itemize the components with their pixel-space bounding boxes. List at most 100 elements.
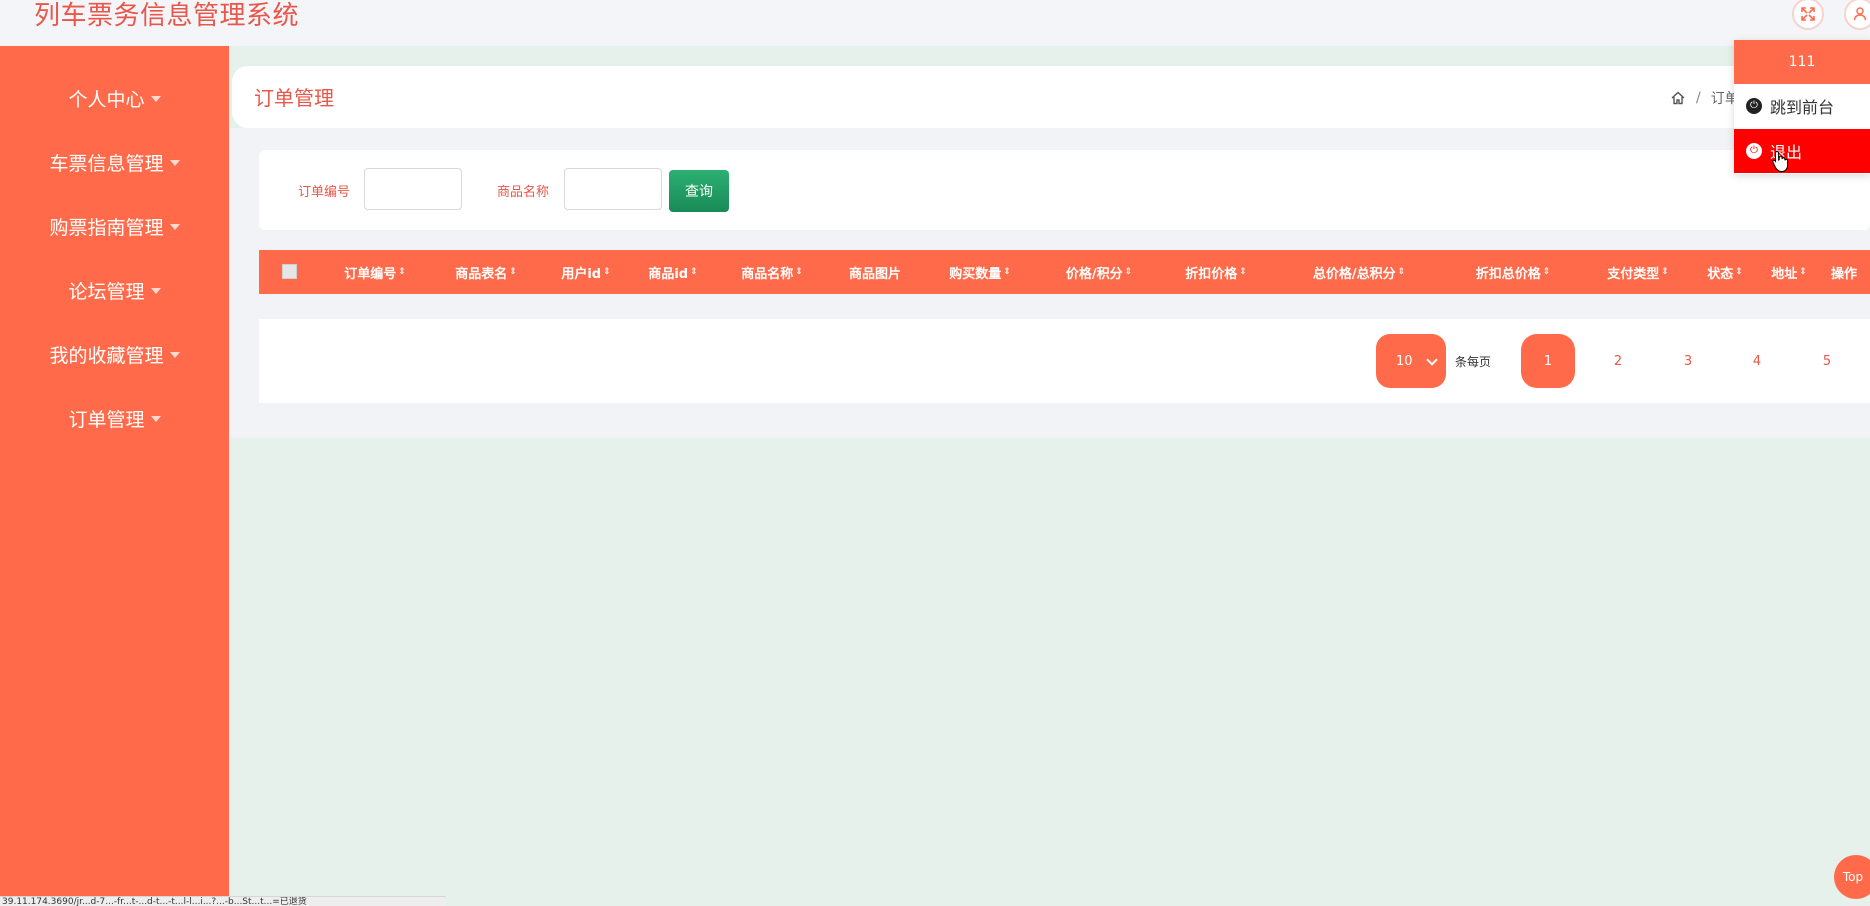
fullscreen-button[interactable]	[1792, 0, 1824, 30]
pagination-panel: 10 条每页 1 2 3 4 5	[259, 319, 1870, 403]
sidebar-item-ticket-info[interactable]: 车票信息管理	[0, 142, 229, 182]
logout-menu-item[interactable]: ⏻ 退出	[1734, 129, 1870, 173]
sort-icon: ⇕	[398, 266, 406, 277]
caret-down-icon	[150, 96, 161, 102]
sidebar-item-label: 车票信息管理	[49, 152, 164, 175]
sidebar-item-label: 我的收藏管理	[49, 344, 164, 367]
caret-down-icon	[150, 416, 161, 422]
go-to-frontend-menu-item[interactable]: ⏻ 跳到前台	[1734, 84, 1870, 128]
page-header: 订单管理 / 订单	[232, 66, 1870, 128]
sidebar-item-orders[interactable]: 订单管理	[0, 398, 229, 438]
go-to-frontend-label: 跳到前台	[1770, 98, 1835, 117]
column-header-total-price[interactable]: 总价格/总积分 ⇕	[1313, 250, 1405, 294]
caret-down-icon	[150, 288, 161, 294]
app-title: 列车票务信息管理系统	[34, 1, 300, 31]
sidebar-item-label: 购票指南管理	[49, 216, 164, 239]
user-icon	[1853, 7, 1867, 21]
sidebar-item-label: 订单管理	[68, 408, 145, 431]
column-label: 折扣总价格	[1475, 266, 1541, 282]
sort-icon: ⇕	[1239, 266, 1247, 277]
per-page-label: 条每页	[1455, 355, 1492, 369]
column-header-pay-type[interactable]: 支付类型 ⇕	[1607, 250, 1669, 294]
sort-icon: ⇕	[509, 266, 517, 277]
sidebar-item-personal-center[interactable]: 个人中心	[0, 78, 229, 118]
sort-icon: ⇕	[603, 266, 611, 277]
sort-icon: ⇕	[1397, 266, 1406, 277]
column-label: 购买数量	[949, 266, 1002, 282]
page-3-button[interactable]: 3	[1661, 334, 1715, 388]
page-5-button[interactable]: 5	[1800, 334, 1854, 388]
power-icon: ⏻	[1746, 98, 1762, 114]
browser-status-bar: 39.11.174.3690/jr...d-7...-fr...t-...d-t…	[0, 896, 446, 906]
power-icon: ⏻	[1746, 143, 1762, 159]
order-no-label: 订单编号	[298, 185, 351, 200]
user-dropdown-menu: 111 ⏻ 跳到前台 ⏻ 退出	[1734, 40, 1870, 174]
sidebar-item-label: 论坛管理	[68, 280, 145, 303]
page-title: 订单管理	[254, 86, 334, 110]
column-label: 商品图片	[848, 266, 902, 282]
caret-down-icon	[169, 160, 180, 166]
sort-icon: ⇕	[1735, 266, 1743, 277]
breadcrumb: / 订单	[1670, 88, 1739, 108]
sidebar-item-favorites[interactable]: 我的收藏管理	[0, 334, 229, 374]
hand-cursor-icon	[1772, 150, 1789, 172]
breadcrumb-separator: /	[1696, 90, 1701, 106]
column-header-goods-image: 商品图片	[849, 250, 901, 294]
page-size-value: 10	[1396, 353, 1413, 369]
column-label: 状态	[1707, 266, 1734, 282]
table-header: 订单编号 ⇕ 商品表名 ⇕ 用户id ⇕ 商品id ⇕ 商品名称 ⇕ 商品图片 购买数量 ⇕…	[259, 250, 1870, 294]
column-label: 商品id	[648, 266, 689, 282]
sidebar-item-guide[interactable]: 购票指南管理	[0, 206, 229, 246]
column-header-discount-price[interactable]: 折扣价格 ⇕	[1185, 250, 1247, 294]
page-4-button[interactable]: 4	[1730, 334, 1784, 388]
expand-icon	[1801, 7, 1815, 21]
caret-down-icon	[169, 352, 180, 358]
sort-icon: ⇕	[1661, 266, 1669, 277]
chevron-down-icon	[1426, 354, 1438, 366]
column-label: 折扣价格	[1185, 266, 1238, 282]
back-to-top-button[interactable]: Top	[1834, 855, 1870, 899]
column-label: 价格/积分	[1065, 266, 1123, 282]
user-menu-button[interactable]	[1844, 0, 1870, 30]
sort-icon: ⇕	[1542, 266, 1551, 277]
page-size-select[interactable]: 10	[1376, 334, 1446, 388]
caret-down-icon	[169, 224, 180, 230]
column-header-goods-name[interactable]: 商品名称 ⇕	[741, 250, 803, 294]
column-header-actions: 操作	[1831, 250, 1857, 294]
column-header-quantity[interactable]: 购买数量 ⇕	[949, 250, 1011, 294]
column-label: 商品名称	[741, 266, 794, 282]
column-header-price[interactable]: 价格/积分 ⇕	[1066, 250, 1132, 294]
home-icon[interactable]	[1670, 90, 1686, 106]
column-label: 用户id	[561, 266, 602, 282]
column-label: 支付类型	[1607, 266, 1660, 282]
column-header-user-id[interactable]: 用户id ⇕	[561, 250, 610, 294]
column-header-status[interactable]: 状态 ⇕	[1707, 250, 1743, 294]
search-button[interactable]: 查询	[669, 170, 729, 212]
sidebar-item-forum[interactable]: 论坛管理	[0, 270, 229, 310]
sort-icon: ⇕	[795, 266, 803, 277]
column-header-discount-total[interactable]: 折扣总价格 ⇕	[1476, 250, 1551, 294]
sort-icon: ⇕	[1003, 266, 1011, 277]
sidebar-item-label: 个人中心	[68, 88, 145, 111]
dropdown-username: 111	[1734, 40, 1870, 84]
page-2-button[interactable]: 2	[1591, 334, 1645, 388]
column-label: 总价格/总积分	[1312, 266, 1396, 282]
sidebar: 个人中心 车票信息管理 购票指南管理 论坛管理 我的收藏管理 订单管理	[0, 46, 229, 906]
top-bar: 列车票务信息管理系统	[0, 0, 1870, 46]
select-all-checkbox[interactable]	[282, 264, 297, 279]
sort-icon: ⇕	[690, 266, 698, 277]
column-label: 操作	[1830, 266, 1858, 282]
column-header-goods-table[interactable]: 商品表名 ⇕	[455, 250, 517, 294]
column-header-goods-id[interactable]: 商品id ⇕	[648, 250, 697, 294]
column-label: 商品表名	[455, 266, 508, 282]
column-label: 地址	[1771, 266, 1798, 282]
page-1-button[interactable]: 1	[1521, 334, 1575, 388]
sort-icon: ⇕	[1799, 266, 1807, 277]
column-header-order-no[interactable]: 订单编号 ⇕	[344, 250, 406, 294]
column-header-address[interactable]: 地址 ⇕	[1771, 250, 1807, 294]
goods-name-input[interactable]	[564, 168, 662, 210]
search-panel: 订单编号 商品名称 查询	[259, 150, 1870, 230]
order-no-input[interactable]	[364, 168, 462, 210]
column-label: 订单编号	[344, 266, 397, 282]
sort-icon: ⇕	[1124, 266, 1133, 277]
